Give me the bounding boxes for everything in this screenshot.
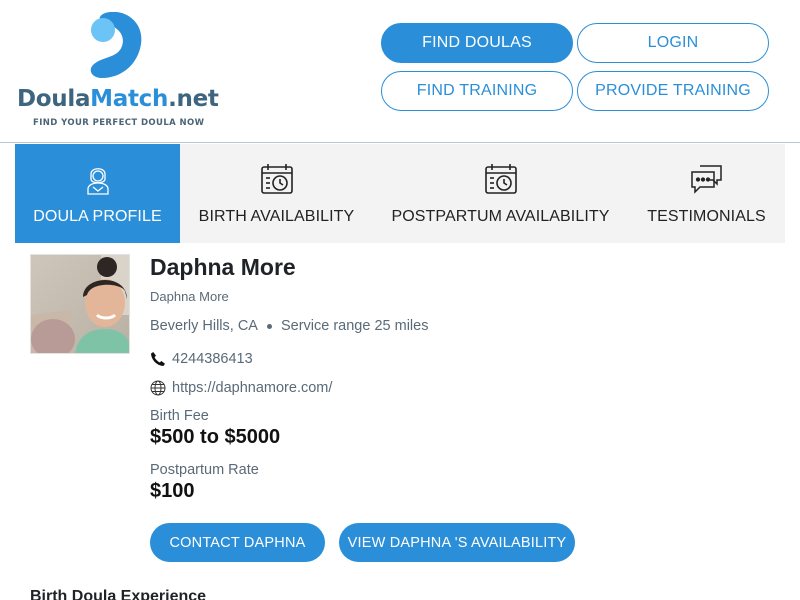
phone-row[interactable]: 4244386413 (150, 351, 253, 367)
profile-photo (30, 254, 130, 354)
tab-testimonials-label: TESTIMONIALS (647, 208, 766, 225)
tab-birth-availability[interactable]: BIRTH AVAILABILITY (180, 144, 373, 243)
view-availability-button[interactable]: VIEW DAPHNA 'S AVAILABILITY (339, 523, 575, 562)
tab-postpartum-availability-label: POSTPARTUM AVAILABILITY (391, 208, 610, 225)
tagline: FIND YOUR PERFECT DOULA NOW (33, 118, 205, 128)
website-row[interactable]: https://daphnamore.com/ (150, 380, 332, 396)
phone-number[interactable]: 4244386413 (172, 351, 253, 367)
postpartum-rate-value: $100 (150, 480, 195, 502)
logo-wordmark[interactable]: DoulaMatch.net (17, 86, 219, 112)
logo-icon[interactable] (88, 12, 144, 80)
separator-dot (266, 323, 272, 329)
birth-experience-heading: Birth Doula Experience (30, 588, 207, 600)
tab-birth-availability-label: BIRTH AVAILABILITY (198, 208, 355, 225)
doula-name: Daphna More (150, 254, 296, 280)
tab-postpartum-availability[interactable]: POSTPARTUM AVAILABILITY (373, 144, 628, 243)
logo-text-net: .net (168, 86, 219, 112)
provide-training-button[interactable]: PROVIDE TRAINING (577, 71, 769, 111)
login-button[interactable]: LOGIN (577, 23, 769, 63)
logo-text-doula: Doula (17, 86, 91, 112)
globe-icon (150, 380, 166, 396)
website-link[interactable]: https://daphnamore.com/ (172, 380, 332, 396)
service-range: Service range 25 miles (280, 318, 429, 334)
find-training-button[interactable]: FIND TRAINING (381, 71, 573, 111)
calendar-clock-icon (260, 164, 293, 194)
contact-button[interactable]: CONTACT DAPHNA (150, 523, 325, 562)
profile-tabs: DOULA PROFILE BIRTH AVAILABILITY POSTPAR… (15, 144, 785, 243)
chat-bubbles-icon (690, 165, 722, 194)
postpartum-rate-label: Postpartum Rate (150, 462, 259, 478)
city: Beverly Hills, CA (150, 318, 258, 334)
calendar-clock-icon (484, 164, 517, 194)
find-doulas-button[interactable]: FIND DOULAS (381, 23, 573, 63)
doula-person-icon (86, 168, 109, 195)
birth-fee-label: Birth Fee (150, 408, 209, 424)
tab-testimonials[interactable]: TESTIMONIALS (628, 144, 785, 243)
doula-subname: Daphna More (150, 289, 229, 304)
site-header: DoulaMatch.net FIND YOUR PERFECT DOULA N… (0, 0, 800, 143)
tab-doula-profile[interactable]: DOULA PROFILE (15, 144, 180, 243)
location-row: Beverly Hills, CA Service range 25 miles (150, 318, 428, 334)
birth-fee-value: $500 to $5000 (150, 426, 281, 448)
phone-icon (151, 352, 165, 366)
tab-doula-profile-label: DOULA PROFILE (33, 208, 162, 225)
logo-text-match: Match (90, 86, 169, 112)
